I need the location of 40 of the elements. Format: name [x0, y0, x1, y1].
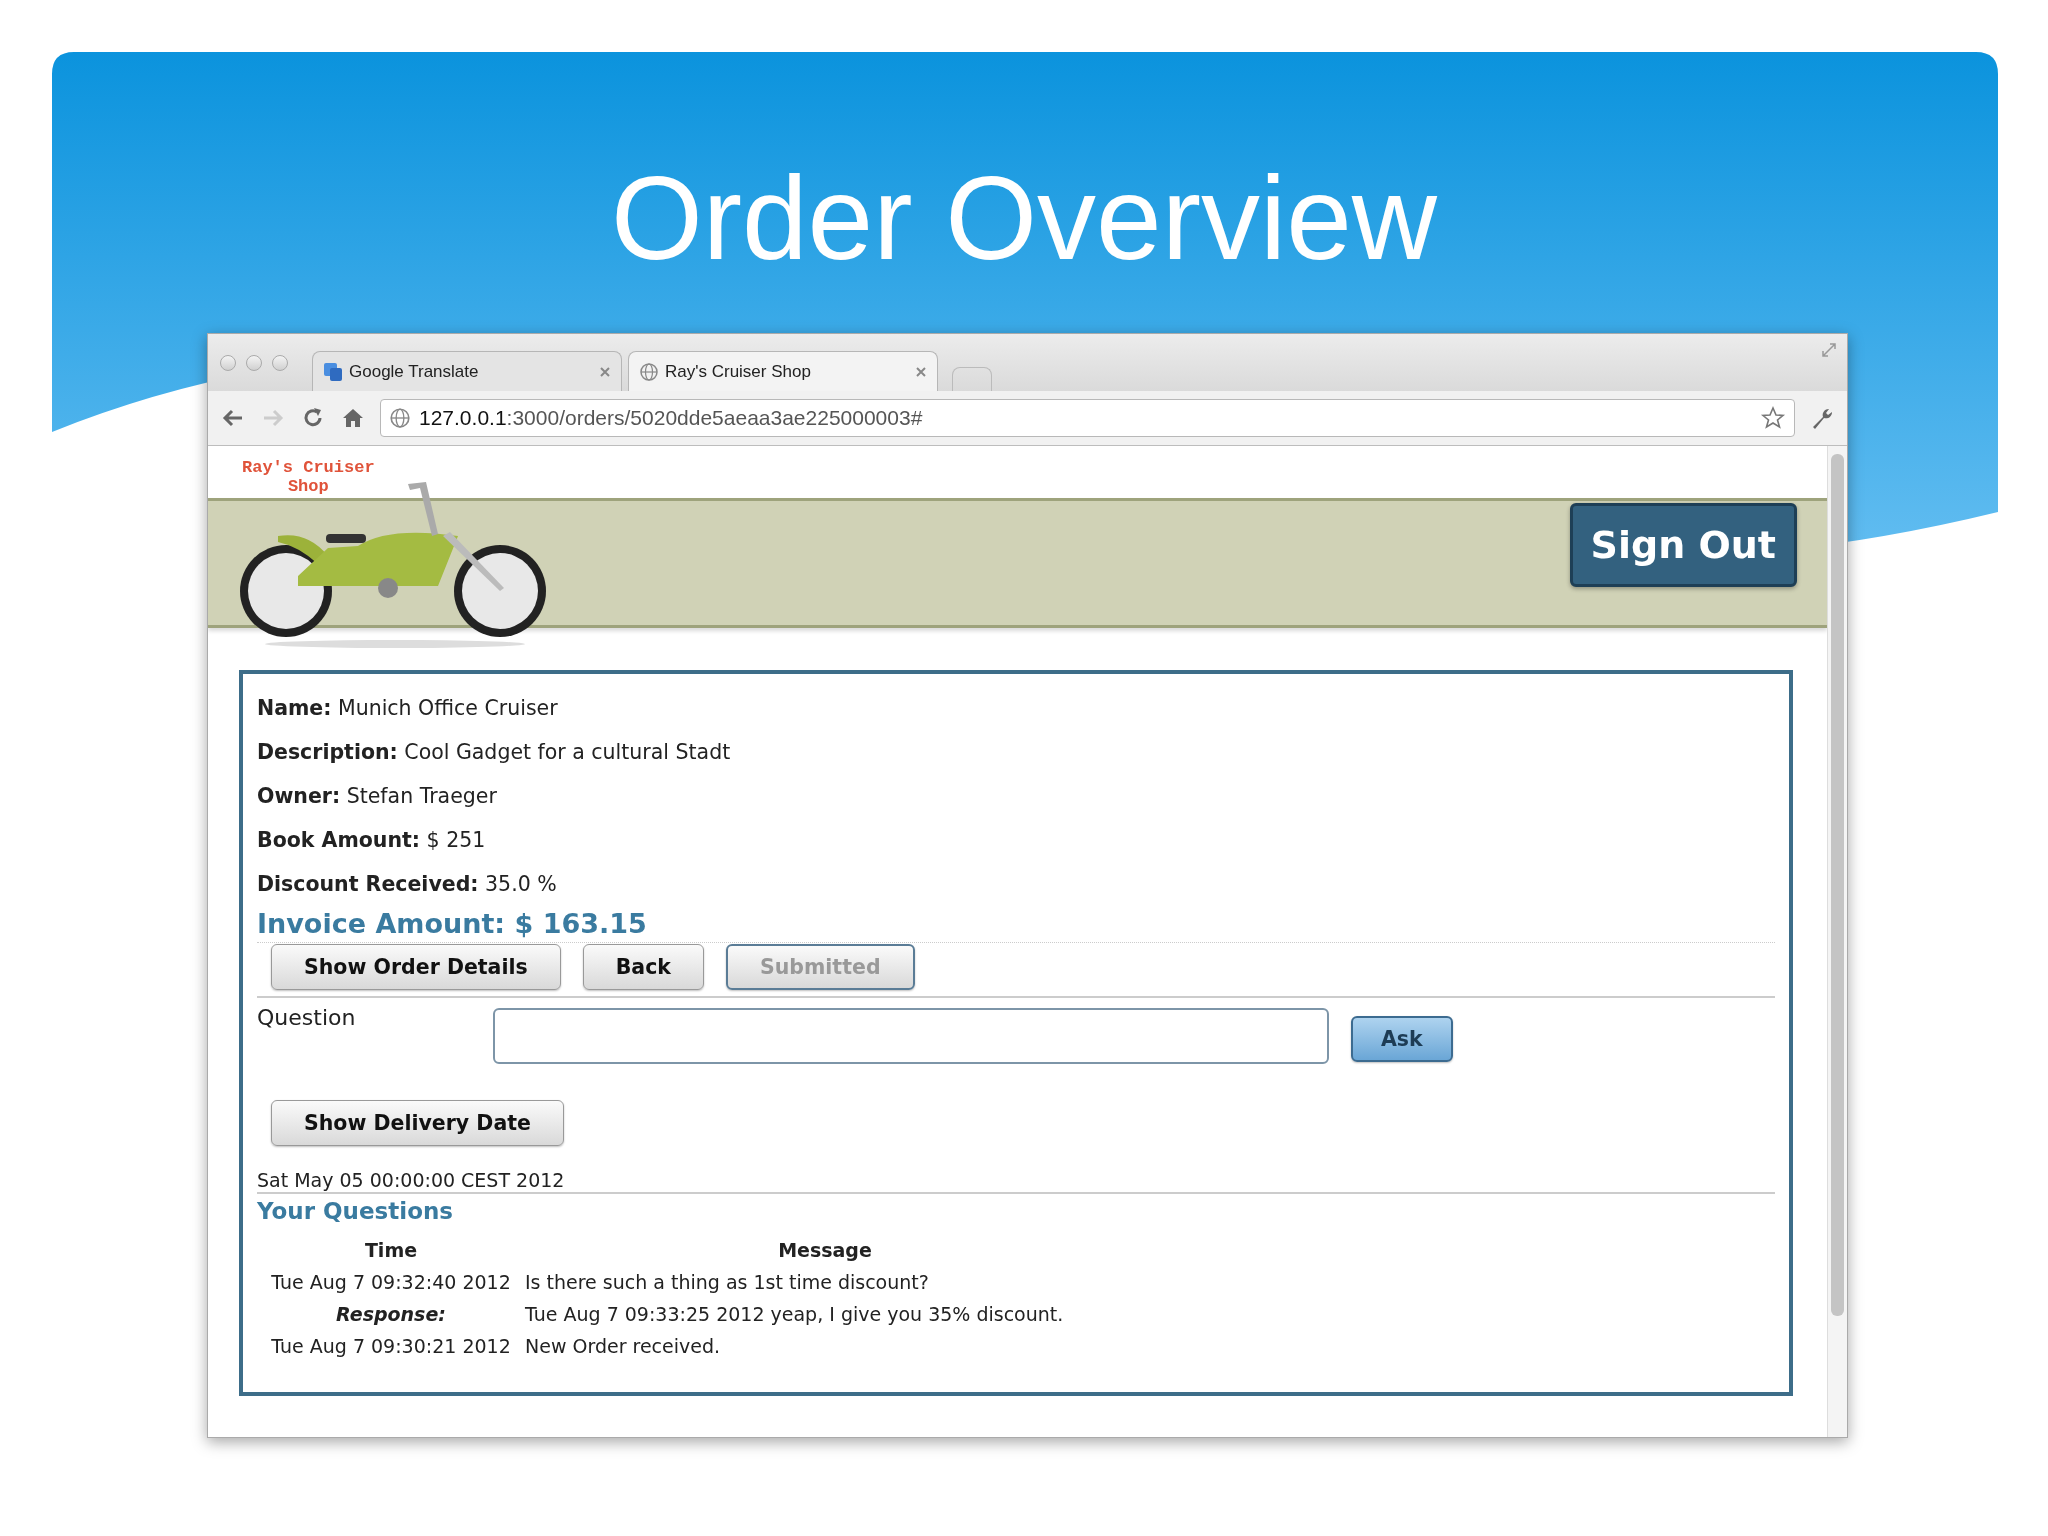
window-close-button[interactable] [220, 354, 236, 371]
column-header: Time [363, 1238, 419, 1263]
message-cell-text: New Order received. [525, 1334, 722, 1359]
scrollbar[interactable] [1827, 446, 1847, 1437]
fullscreen-icon[interactable] [1821, 342, 1837, 358]
message-cell-text: Is there such a thing as 1st time discount? [525, 1270, 930, 1295]
question-field[interactable] [493, 1008, 1329, 1064]
section-heading: Your Questions [257, 1197, 455, 1226]
browser-tab[interactable]: Google Translate [312, 351, 622, 391]
detail-line: Description: Cool Gadget for a cultural Stadt [257, 739, 732, 766]
browser-tab[interactable]: Ray's Cruiser Shop [628, 351, 938, 391]
detail-line: Discount Received: 35.0 % [257, 871, 558, 898]
action-button[interactable]: Show Order Details [271, 944, 561, 990]
globe-icon [389, 407, 411, 429]
window-zoom-button[interactable] [272, 354, 288, 371]
translate-icon [323, 361, 343, 382]
delivery-date: Sat May 05 00:00:00 CEST 2012 [257, 1168, 1775, 1194]
window-minimize-button[interactable] [246, 354, 262, 371]
message-cell-text: Tue Aug 7 09:33:25 2012 yeap, I give you 35% discount. [525, 1302, 1065, 1327]
star-icon[interactable] [1760, 405, 1786, 431]
sign-out-button[interactable]: Sign Out [1569, 503, 1797, 587]
question-label: Question [257, 1004, 357, 1032]
ask-button[interactable]: Ask [1351, 1016, 1453, 1062]
show-delivery-date-button[interactable]: Show Delivery Date [271, 1100, 564, 1146]
close-icon[interactable] [915, 365, 927, 378]
slide-title: Order Overview [610, 151, 1438, 286]
close-icon[interactable] [599, 365, 611, 378]
url-text: 127.0.0.1:3000/orders/5020dde5aeaa3ae225000003# [419, 406, 923, 430]
globe-icon [639, 361, 659, 382]
shop-logo-text: Ray's Cruiser Shop [242, 458, 375, 496]
column-header: Message [777, 1238, 873, 1263]
time-cell-text: Tue Aug 7 09:32:40 2012 [270, 1270, 512, 1295]
detail-line: Book Amount: $ 251 [257, 827, 487, 854]
time-cell-text: Tue Aug 7 09:30:21 2012 [270, 1334, 512, 1359]
detail-line: Owner: Stefan Traeger [257, 783, 498, 810]
action-button[interactable]: Back [582, 944, 704, 990]
response-label: Response: [257, 1298, 525, 1330]
address-field[interactable]: 127.0.0.1:3000/orders/5020dde5aeaa3ae225000003# [380, 399, 1795, 437]
invoice-amount: Invoice Amount: $ 163.15 [257, 907, 648, 941]
detail-line: Name: Munich Office Cruiser [257, 695, 559, 722]
